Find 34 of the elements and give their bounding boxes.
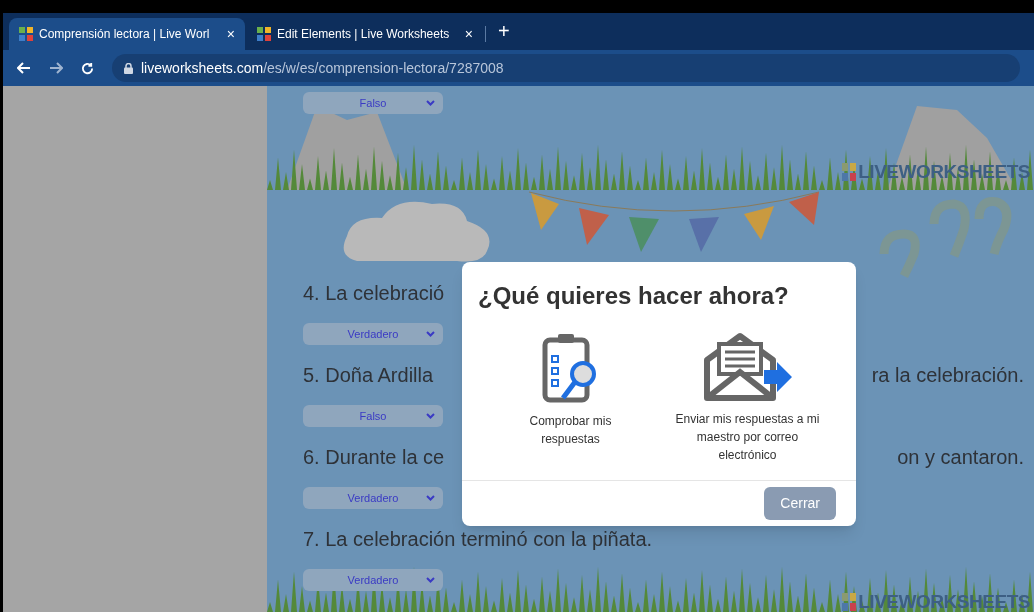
tab-close-button[interactable]: × [464, 23, 473, 45]
question-text: on y cantaron. [897, 445, 1024, 470]
logo-icon [842, 593, 857, 612]
chevron-down-icon [426, 100, 435, 106]
question-text: 6. Durante la ce [303, 445, 445, 470]
chevron-down-icon [426, 331, 435, 337]
chevron-down-icon [426, 577, 435, 583]
forward-arrow-icon[interactable] [49, 62, 63, 74]
question-text: ra la celebración. [871, 363, 1024, 388]
site-logo-icon [19, 27, 33, 41]
browser-tab[interactable]: Comprensión lectora | Live Worl × [9, 18, 245, 50]
option-label: Enviar mis respuestas a mi maestro por correo electrónico [674, 411, 821, 464]
address-bar[interactable]: liveworksheets.com/es/w/es/comprension-lectora/7287008 [112, 54, 1020, 82]
question-text: 7. La celebración terminó con la piñata. [303, 527, 653, 552]
back-arrow-icon[interactable] [17, 62, 31, 74]
email-option[interactable]: Enviar mis respuestas a mi maestro por correo electrónico [667, 332, 828, 480]
envelope-arrow-icon [701, 332, 794, 402]
tab-close-button[interactable]: × [226, 23, 235, 45]
logo-icon [842, 163, 857, 182]
option-label: Comprobar mis respuestas [528, 413, 613, 448]
check-option[interactable]: Comprobar mis respuestas [490, 332, 651, 480]
chevron-down-icon [426, 413, 435, 419]
lock-icon [124, 62, 133, 74]
dialog-title: ¿Qué quieres hacer ahora? [477, 281, 790, 311]
url-text: liveworksheets.com/es/w/es/comprension-lectora/7287008 [141, 58, 504, 78]
reload-icon[interactable] [81, 61, 94, 75]
site-logo-icon [257, 27, 271, 41]
tab-title: Comprensión lectora | Live Worl [39, 26, 211, 43]
browser-tab[interactable]: Edit Elements | Live Worksheets × [247, 18, 483, 50]
new-tab-button[interactable]: + [488, 16, 520, 46]
chevron-down-icon [426, 495, 435, 501]
tab-title: Edit Elements | Live Worksheets [277, 26, 451, 43]
question-text: 5. Doña Ardilla [303, 363, 434, 388]
question-text: 4. La celebració [303, 281, 445, 306]
